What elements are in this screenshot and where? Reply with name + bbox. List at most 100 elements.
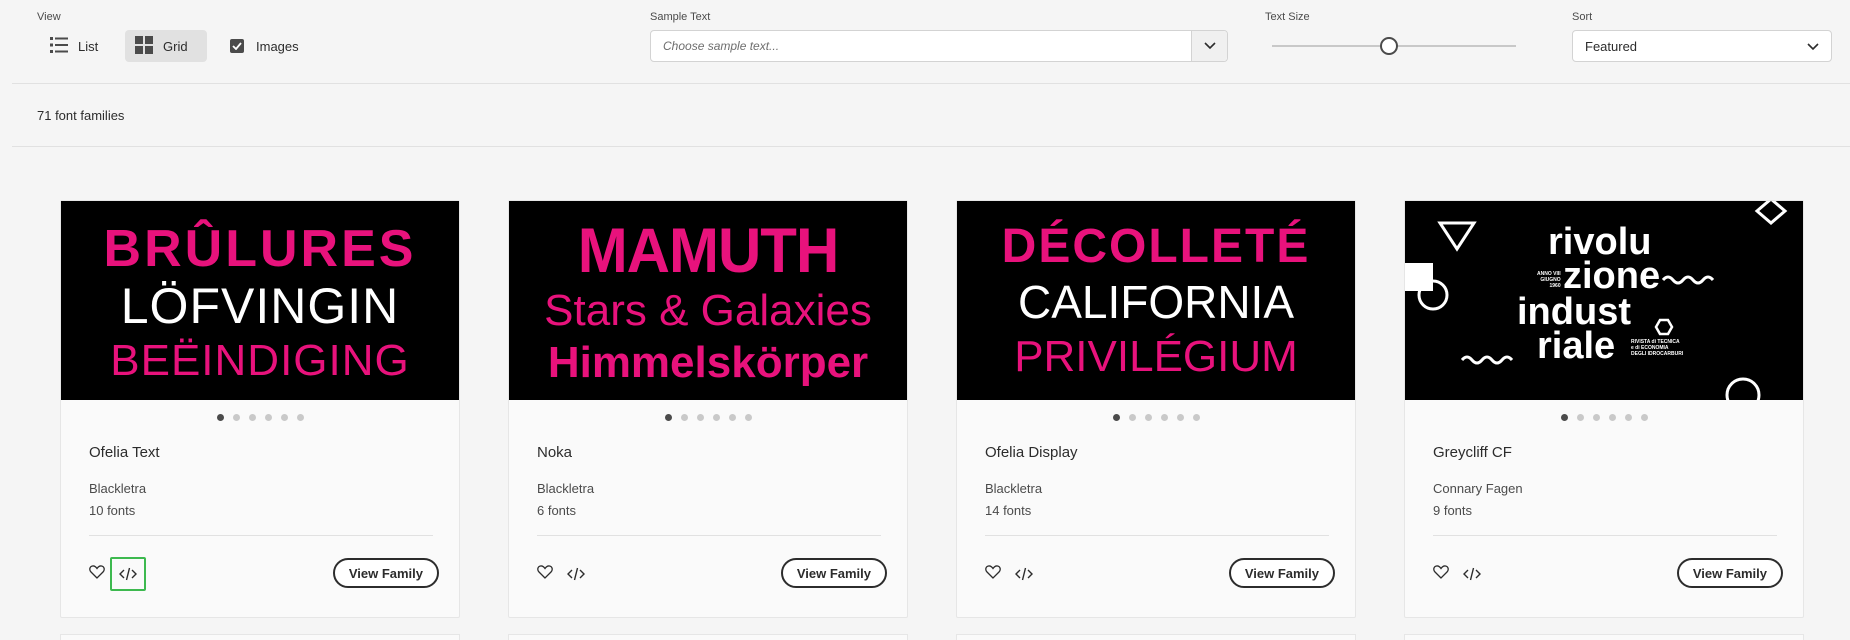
sort-label: Sort <box>1572 11 1593 23</box>
preview-line: PRIVILÉGIUM <box>1014 332 1298 381</box>
card-divider <box>985 535 1329 536</box>
carousel-dot[interactable] <box>216 414 224 421</box>
carousel-dot[interactable] <box>1576 414 1584 421</box>
font-card: BRÛLURES LÖFVINGIN BEËINDIGING Ofelia Te… <box>60 200 460 618</box>
carousel-dots <box>1405 414 1803 421</box>
font-card: DÉCOLLETÉ CALIFORNIA PRIVILÉGIUM Ofelia … <box>956 200 1356 618</box>
view-label: View <box>37 11 61 23</box>
embed-code-icon[interactable] <box>558 557 594 591</box>
font-family-name[interactable]: Ofelia Text <box>89 444 160 461</box>
results-count: 71 font families <box>37 108 125 123</box>
preview-line: BRÛLURES <box>103 220 417 278</box>
font-count: 10 fonts <box>89 503 136 518</box>
font-card-peek <box>508 634 908 640</box>
preview-line: BEËINDIGING <box>110 336 410 385</box>
favorite-heart-icon[interactable] <box>984 563 1002 581</box>
preview-line: zione <box>1563 255 1661 297</box>
font-card-peek <box>60 634 460 640</box>
carousel-dot[interactable] <box>1192 414 1200 421</box>
carousel-dot[interactable] <box>264 414 272 421</box>
next-row-cards-peek <box>60 634 1804 640</box>
carousel-dot[interactable] <box>1624 414 1632 421</box>
font-family-name[interactable]: Ofelia Display <box>985 444 1078 461</box>
view-family-button[interactable]: View Family <box>332 558 439 588</box>
list-icon <box>50 36 68 56</box>
preview-line: Himmelskörper <box>547 338 869 387</box>
carousel-dot[interactable] <box>280 414 288 421</box>
font-count: 9 fonts <box>1433 503 1473 518</box>
embed-code-icon[interactable] <box>110 557 146 591</box>
carousel-dot[interactable] <box>696 414 704 421</box>
font-card: MAMUTH Stars & Galaxies Himmelskörper No… <box>508 200 908 618</box>
grid-icon <box>135 35 153 57</box>
carousel-dot[interactable] <box>744 414 752 421</box>
foundry-name[interactable]: Blackletra <box>985 481 1042 496</box>
view-family-button[interactable]: View Family <box>1228 558 1335 588</box>
carousel-dot[interactable] <box>1160 414 1168 421</box>
view-family-button[interactable]: View Family <box>780 558 887 588</box>
favorite-heart-icon[interactable] <box>1432 563 1450 581</box>
grid-view-label: Grid <box>163 38 188 54</box>
carousel-dots <box>61 414 459 421</box>
font-preview-image[interactable]: DÉCOLLETÉ CALIFORNIA PRIVILÉGIUM <box>957 201 1355 400</box>
carousel-dot[interactable] <box>296 414 304 421</box>
images-checkbox[interactable] <box>230 39 244 53</box>
carousel-dot[interactable] <box>1640 414 1648 421</box>
carousel-dot[interactable] <box>1560 414 1568 421</box>
text-size-slider[interactable] <box>1272 37 1516 55</box>
preview-line: riale <box>1537 325 1616 367</box>
font-preview-image[interactable]: BRÛLURES LÖFVINGIN BEËINDIGING <box>61 201 459 400</box>
chevron-down-icon <box>1203 37 1216 55</box>
grid-view-button[interactable]: Grid <box>125 30 207 62</box>
font-count: 6 fonts <box>537 503 577 518</box>
embed-code-icon[interactable] <box>1454 557 1490 591</box>
carousel-dot[interactable] <box>1112 414 1120 421</box>
font-family-name[interactable]: Noka <box>537 444 572 461</box>
chevron-down-icon <box>1807 39 1819 54</box>
favorite-heart-icon[interactable] <box>536 563 554 581</box>
text-size-label: Text Size <box>1265 11 1310 23</box>
preview-small-text: RIVISTA di TECNICA e di ECONOMIA DEGLI I… <box>1631 339 1684 357</box>
carousel-dot[interactable] <box>1128 414 1136 421</box>
images-toggle[interactable]: Images <box>230 30 299 62</box>
foundry-name[interactable]: Connary Fagen <box>1433 481 1523 496</box>
card-divider <box>89 535 433 536</box>
font-preview-image[interactable]: rivolu zione indust riale ANNO VIII GIUG… <box>1405 201 1803 400</box>
carousel-dot[interactable] <box>248 414 256 421</box>
favorite-heart-icon[interactable] <box>88 563 106 581</box>
sample-text-dropdown-button[interactable] <box>1191 31 1227 61</box>
carousel-dot[interactable] <box>712 414 720 421</box>
font-family-grid: BRÛLURES LÖFVINGIN BEËINDIGING Ofelia Te… <box>60 200 1804 618</box>
sort-select[interactable]: Featured <box>1572 30 1832 62</box>
images-label: Images <box>256 38 299 54</box>
sample-text-combobox[interactable] <box>650 30 1228 62</box>
foundry-name[interactable]: Blackletra <box>89 481 146 496</box>
carousel-dot[interactable] <box>728 414 736 421</box>
carousel-dot[interactable] <box>1144 414 1152 421</box>
font-preview-image[interactable]: MAMUTH Stars & Galaxies Himmelskörper <box>509 201 907 400</box>
card-divider <box>537 535 881 536</box>
carousel-dot[interactable] <box>1176 414 1184 421</box>
list-view-button[interactable]: List <box>40 30 108 62</box>
toolbar: View List Grid Images Sample Text Text S… <box>12 0 1850 84</box>
view-family-button[interactable]: View Family <box>1676 558 1783 588</box>
foundry-name[interactable]: Blackletra <box>537 481 594 496</box>
carousel-dot[interactable] <box>680 414 688 421</box>
sample-text-input[interactable] <box>651 31 1191 61</box>
preview-line: LÖFVINGIN <box>120 278 400 334</box>
carousel-dots <box>957 414 1355 421</box>
font-card-peek <box>1404 634 1804 640</box>
list-view-label: List <box>78 38 99 54</box>
carousel-dot[interactable] <box>232 414 240 421</box>
font-family-name[interactable]: Greycliff CF <box>1433 444 1512 461</box>
text-size-slider-thumb[interactable] <box>1380 37 1399 55</box>
embed-code-icon[interactable] <box>1006 557 1042 591</box>
carousel-dot[interactable] <box>1608 414 1616 421</box>
sort-value: Featured <box>1585 38 1638 54</box>
carousel-dot[interactable] <box>1592 414 1600 421</box>
preview-small-text: ANNO VIII GIUGNO 1960 <box>1537 271 1561 289</box>
font-count: 14 fonts <box>985 503 1032 518</box>
carousel-dot[interactable] <box>664 414 672 421</box>
preview-line: CALIFORNIA <box>1017 276 1295 328</box>
sample-text-label: Sample Text <box>650 11 711 23</box>
